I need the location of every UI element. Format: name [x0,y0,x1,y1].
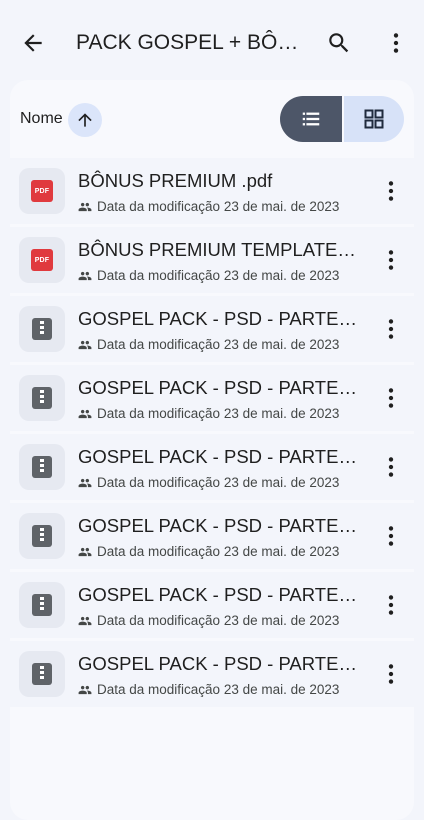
modified-date: Data da modificação 23 de mai. de 2023 [97,268,340,283]
shared-people-icon [78,478,92,488]
arrow-back-icon[interactable] [20,30,46,56]
modified-date: Data da modificação 23 de mai. de 2023 [97,613,340,628]
zip-badge [32,387,52,409]
file-name: GOSPEL PACK - PSD - PARTE 3.zip [78,446,358,467]
file-meta: Data da modificação 23 de mai. de 2023 [78,543,339,561]
zip-file-icon [19,582,65,628]
file-list-panel: Nome PDF BÔNUS PREMIUM .pdf Data da modifi… [10,80,414,820]
more-vert-icon[interactable] [378,454,404,480]
list-view-icon [302,112,320,126]
file-row[interactable]: GOSPEL PACK - PSD - PARTE 1.zip Data da m… [10,296,414,362]
file-name: BÔNUS PREMIUM .pdf [78,170,273,191]
file-row[interactable]: GOSPEL PACK - PSD - PARTE 4.zip Data da m… [10,503,414,569]
shared-people-icon [78,409,92,419]
zip-file-icon [19,375,65,421]
modified-date: Data da modificação 23 de mai. de 2023 [97,475,340,490]
file-row[interactable]: PDF BÔNUS PREMIUM TEMPLATES.zip Data da mo… [10,227,414,293]
zip-badge [32,594,52,616]
zip-badge [32,318,52,340]
zip-badge [32,663,52,685]
shared-people-icon [78,616,92,626]
file-name: GOSPEL PACK - PSD - PARTE 6.zip [78,653,358,674]
more-vert-icon[interactable] [378,247,404,273]
sort-bar: Nome [10,80,414,158]
zip-file-icon [19,306,65,352]
sort-label[interactable]: Nome [20,110,63,128]
modified-date: Data da modificação 23 de mai. de 2023 [97,337,340,352]
file-name: GOSPEL PACK - PSD - PARTE 4.zip [78,515,358,536]
folder-title: PACK GOSPEL + BÔNUS [76,31,304,54]
shared-people-icon [78,685,92,695]
file-row[interactable]: GOSPEL PACK - PSD - PARTE 3.zip Data da m… [10,434,414,500]
more-vert-icon[interactable] [383,30,409,56]
sort-direction-button[interactable] [68,103,102,137]
file-row[interactable]: GOSPEL PACK - PSD - PARTE 5.zip Data da m… [10,572,414,638]
file-name: GOSPEL PACK - PSD - PARTE 2.zip [78,377,358,398]
file-meta: Data da modificação 23 de mai. de 2023 [78,474,339,492]
pdf-badge: PDF [31,249,53,271]
more-vert-icon[interactable] [378,592,404,618]
shared-people-icon [78,340,92,350]
file-row[interactable]: GOSPEL PACK - PSD - PARTE 2.zip Data da m… [10,365,414,431]
pdf-file-icon: PDF [19,168,65,214]
file-meta: Data da modificação 23 de mai. de 2023 [78,681,339,699]
grid-view-icon [364,109,384,129]
zip-file-icon [19,651,65,697]
more-vert-icon[interactable] [378,523,404,549]
zip-badge [32,456,52,478]
zip-file-icon [19,444,65,490]
pdf-badge: PDF [31,180,53,202]
pdf-file-icon: PDF [19,237,65,283]
more-vert-icon[interactable] [378,385,404,411]
file-meta: Data da modificação 23 de mai. de 2023 [78,267,339,285]
app-bar: PACK GOSPEL + BÔNUS [0,0,424,86]
more-vert-icon[interactable] [378,316,404,342]
more-vert-icon[interactable] [378,661,404,687]
file-name: BÔNUS PREMIUM TEMPLATES.zip [78,239,358,260]
file-meta: Data da modificação 23 de mai. de 2023 [78,612,339,630]
file-meta: Data da modificação 23 de mai. de 2023 [78,198,339,216]
more-vert-icon[interactable] [378,178,404,204]
zip-file-icon [19,513,65,559]
file-meta: Data da modificação 23 de mai. de 2023 [78,336,339,354]
file-row[interactable]: GOSPEL PACK - PSD - PARTE 6.zip Data da m… [10,641,414,707]
modified-date: Data da modificação 23 de mai. de 2023 [97,682,340,697]
shared-people-icon [78,202,92,212]
modified-date: Data da modificação 23 de mai. de 2023 [97,406,340,421]
file-name: GOSPEL PACK - PSD - PARTE 5.zip [78,584,358,605]
modified-date: Data da modificação 23 de mai. de 2023 [97,199,340,214]
zip-badge [32,525,52,547]
modified-date: Data da modificação 23 de mai. de 2023 [97,544,340,559]
list-view-toggle[interactable] [280,96,342,142]
file-meta: Data da modificação 23 de mai. de 2023 [78,405,339,423]
grid-view-toggle[interactable] [344,96,404,142]
file-name: GOSPEL PACK - PSD - PARTE 1.zip [78,308,358,329]
search-icon[interactable] [326,30,352,56]
arrow-up-icon [78,113,92,127]
file-row[interactable]: PDF BÔNUS PREMIUM .pdf Data da modificação… [10,158,414,224]
shared-people-icon [78,271,92,281]
shared-people-icon [78,547,92,557]
